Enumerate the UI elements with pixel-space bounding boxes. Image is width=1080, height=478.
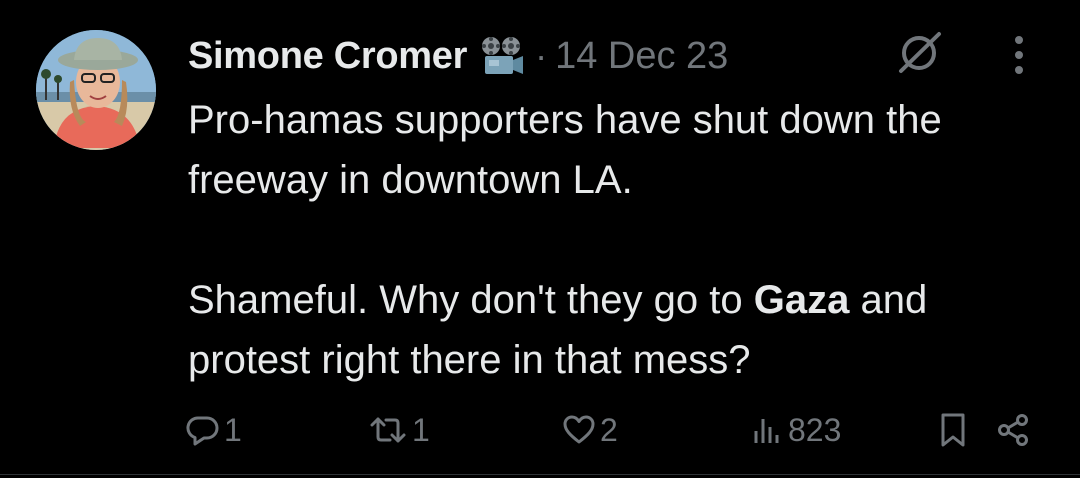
tweet-text-paragraph-1: Pro-hamas supporters have shut down the …: [188, 98, 942, 202]
bookmark-icon: [938, 412, 968, 448]
bookmark-button[interactable]: [938, 408, 968, 452]
reply-button[interactable]: 1: [186, 408, 242, 452]
tweet-text-bold: Gaza: [753, 278, 850, 322]
reply-count: 1: [224, 411, 242, 448]
film-camera-icon: [479, 34, 525, 78]
grok-icon[interactable]: [893, 26, 945, 78]
like-button[interactable]: 2: [562, 408, 618, 452]
tweet-date[interactable]: 14 Dec 23: [555, 35, 728, 78]
repost-icon: [368, 413, 408, 447]
share-icon: [996, 413, 1030, 447]
tweet-header: Simone Cromer · 14 Dec 23: [188, 30, 728, 82]
repost-button[interactable]: 1: [368, 408, 430, 452]
tweet[interactable]: Simone Cromer · 14 Dec 23 Pro-hamas supp…: [0, 0, 1080, 478]
divider: [0, 474, 1080, 475]
share-button[interactable]: [996, 408, 1030, 452]
author-name[interactable]: Simone Cromer: [188, 35, 467, 78]
tweet-text: Pro-hamas supporters have shut down the …: [188, 90, 1058, 390]
heart-icon: [562, 413, 596, 447]
more-vertical-icon[interactable]: [1004, 32, 1034, 78]
action-bar: 1 1 2 823: [0, 408, 1080, 452]
avatar-image: [36, 30, 156, 150]
views-count: 823: [788, 411, 842, 448]
repost-count: 1: [412, 411, 430, 448]
avatar[interactable]: [36, 30, 156, 150]
reply-icon: [186, 413, 220, 447]
views-icon: [750, 413, 784, 447]
like-count: 2: [600, 411, 618, 448]
tweet-text-part: Shameful. Why don't they go to: [188, 278, 754, 322]
views-button[interactable]: 823: [750, 408, 841, 452]
tweet-text-paragraph-2: Shameful. Why don't they go to Gaza and …: [188, 270, 1058, 390]
separator-dot: ·: [535, 35, 548, 76]
